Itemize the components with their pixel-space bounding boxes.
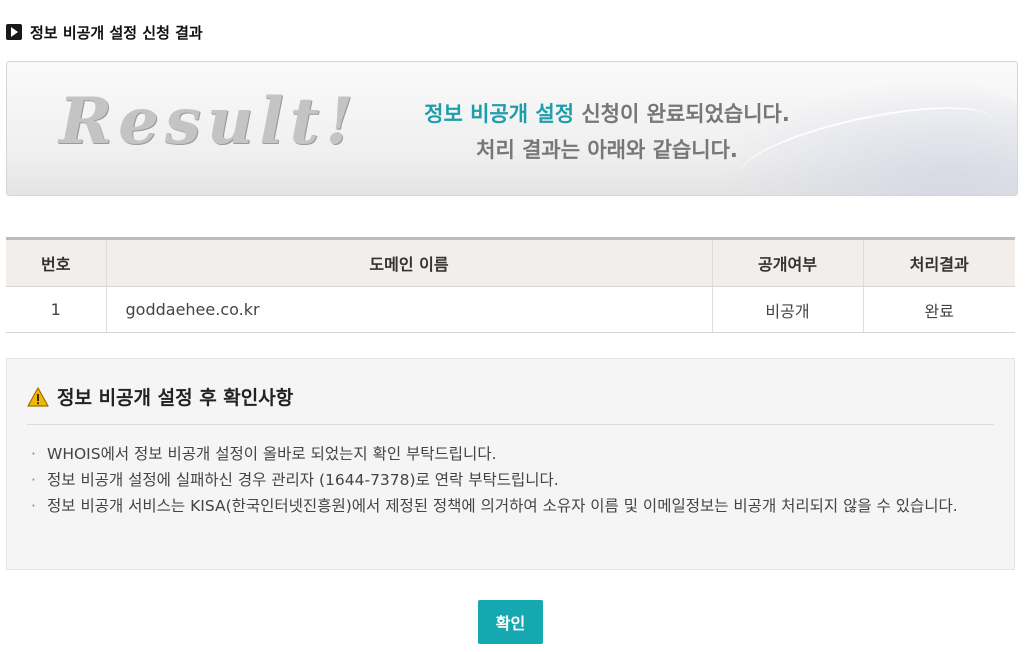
section-title: 정보 비공개 설정 신청 결과 — [30, 23, 203, 42]
domain-result-table: 번호 도메인 이름 공개여부 처리결과 1 goddaehee.co.kr 비공… — [6, 237, 1015, 333]
section-header: 정보 비공개 설정 신청 결과 — [6, 22, 203, 42]
warning-icon — [27, 386, 49, 407]
confirm-button[interactable]: 확인 — [478, 600, 543, 644]
column-header-domain: 도메인 이름 — [105, 237, 712, 287]
notice-box: 정보 비공개 설정 후 확인사항 · WHOIS에서 정보 비공개 설정이 올바로… — [6, 358, 1015, 570]
cell-number: 1 — [6, 286, 106, 333]
notice-item-text: 정보 비공개 서비스는 KISA(한국인터넷진흥원)에서 제정된 정책에 의거하… — [47, 497, 958, 515]
table-header-row: 번호 도메인 이름 공개여부 처리결과 — [6, 237, 1015, 287]
column-header-disclosure: 공개여부 — [711, 237, 863, 287]
result-message-line1: 정보 비공개 설정 신청이 완료되었습니다. — [307, 98, 907, 128]
list-item: · WHOIS에서 정보 비공개 설정이 올바로 되었는지 확인 부탁드립니다. — [31, 441, 997, 467]
notice-item-text: WHOIS에서 정보 비공개 설정이 올바로 되었는지 확인 부탁드립니다. — [47, 445, 497, 463]
cell-disclosure: 비공개 — [711, 286, 863, 333]
column-header-number: 번호 — [6, 237, 106, 287]
notice-header: 정보 비공개 설정 후 확인사항 — [27, 383, 293, 410]
notice-list: · WHOIS에서 정보 비공개 설정이 올바로 되었는지 확인 부탁드립니다. … — [31, 441, 997, 519]
result-banner: Result! 정보 비공개 설정 신청이 완료되었습니다. 처리 결과는 아래… — [6, 61, 1018, 196]
cell-domain: goddaehee.co.kr — [105, 286, 712, 333]
notice-divider — [27, 424, 994, 425]
cell-status: 완료 — [862, 286, 1015, 333]
bullet-icon: · — [31, 445, 36, 463]
result-message-line2: 처리 결과는 아래와 같습니다. — [476, 138, 738, 162]
play-arrow-icon — [6, 24, 22, 40]
list-item: · 정보 비공개 서비스는 KISA(한국인터넷진흥원)에서 제정된 정책에 의거… — [31, 493, 997, 519]
list-item: · 정보 비공개 설정에 실패하신 경우 관리자 (1644-7378)로 연락 … — [31, 467, 997, 493]
column-header-status: 처리결과 — [862, 237, 1015, 287]
notice-item-text: 정보 비공개 설정에 실패하신 경우 관리자 (1644-7378)로 연락 부… — [47, 471, 559, 489]
bullet-icon: · — [31, 471, 36, 489]
result-message-rest: 신청이 완료되었습니다. — [574, 102, 790, 126]
result-message-accent: 정보 비공개 설정 — [424, 102, 575, 126]
notice-title: 정보 비공개 설정 후 확인사항 — [57, 387, 294, 409]
table-row: 1 goddaehee.co.kr 비공개 완료 — [6, 286, 1015, 333]
bullet-icon: · — [31, 497, 36, 515]
